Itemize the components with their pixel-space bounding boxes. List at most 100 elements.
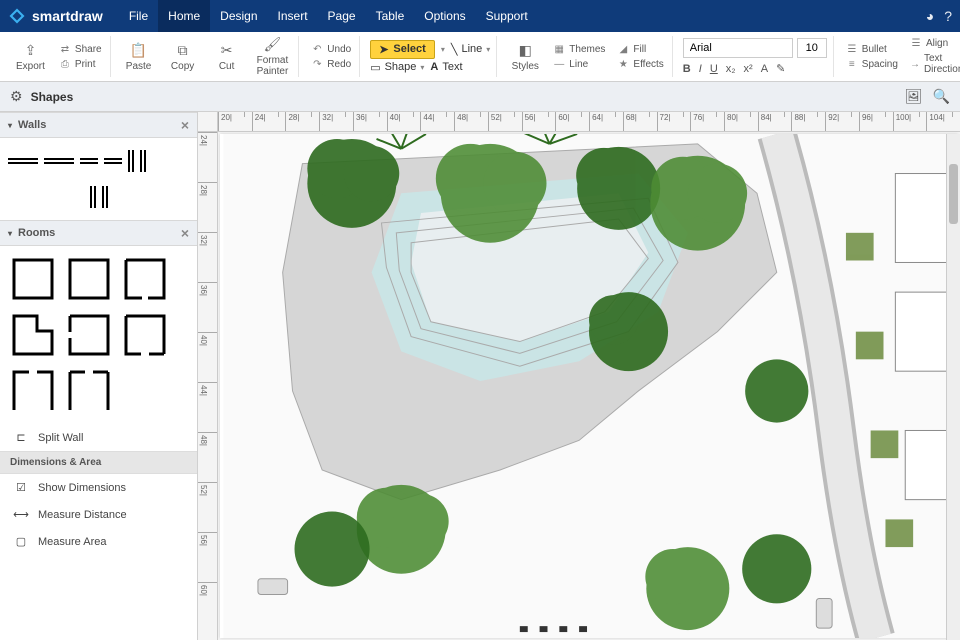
font-size-input[interactable] (797, 38, 827, 58)
shape-dropdown[interactable]: ▭Shape▾ (370, 61, 424, 74)
line-dropdown[interactable]: ╲Line▾ (451, 43, 490, 56)
ribbon-paragraph-group: ☰Bullet ≡Spacing ☰Align →Text Direction (838, 36, 960, 77)
room-shape[interactable] (120, 310, 170, 360)
print-icon: ⎙ (59, 59, 71, 70)
bullet-button[interactable]: ☰Bullet (844, 43, 900, 56)
menu-file[interactable]: File (119, 0, 158, 32)
menu-support[interactable]: Support (476, 0, 538, 32)
textdir-button[interactable]: →Text Direction (908, 52, 960, 76)
export-button[interactable]: ⇪Export (12, 40, 49, 74)
section-rooms[interactable]: ▾Rooms× (0, 220, 197, 246)
room-shape[interactable] (8, 254, 58, 304)
room-shape[interactable] (64, 310, 114, 360)
split-wall-button[interactable]: ⊏Split Wall (0, 424, 197, 451)
select-tool[interactable]: ➤Select (370, 40, 435, 59)
section-walls[interactable]: ▾Walls× (0, 112, 197, 138)
vertical-scrollbar[interactable] (946, 134, 960, 640)
wall-shape[interactable] (8, 182, 189, 212)
themes-button[interactable]: ▦Themes (551, 43, 607, 56)
styles-button[interactable]: ◧Styles (507, 40, 543, 74)
room-shape[interactable] (8, 310, 58, 360)
gear-icon[interactable]: ⚙ (10, 88, 23, 105)
ruler-corner (198, 112, 218, 132)
room-shape[interactable] (120, 254, 170, 304)
italic-button[interactable]: I (699, 63, 702, 75)
measure-distance-button[interactable]: ⟷Measure Distance (0, 501, 197, 528)
measure-area-button[interactable]: ▢Measure Area (0, 528, 197, 555)
menu-options[interactable]: Options (414, 0, 475, 32)
paste-icon: 📋 (130, 42, 147, 59)
close-icon[interactable]: × (181, 225, 189, 241)
subscript-button[interactable]: x₂ (726, 63, 736, 75)
bullet-icon: ☰ (846, 44, 858, 55)
paste-button[interactable]: 📋Paste (121, 40, 157, 74)
cut-icon: ✂ (221, 42, 233, 59)
effects-button[interactable]: ★Effects (615, 58, 665, 71)
menu-list: File Home Design Insert Page Table Optio… (119, 0, 538, 32)
menu-design[interactable]: Design (210, 0, 267, 32)
font-color-button[interactable]: A (761, 63, 768, 75)
area-icon: ▢ (14, 535, 28, 548)
ribbon: ⇪Export ⇄Share ⎙Print 📋Paste ⧉Copy ✂Cut … (0, 32, 960, 82)
wall-shape[interactable] (140, 146, 146, 176)
rooms-grid (0, 246, 197, 424)
menu-home[interactable]: Home (158, 0, 210, 32)
show-dimensions-toggle[interactable]: ☑Show Dimensions (0, 474, 197, 501)
cut-button[interactable]: ✂Cut (209, 40, 245, 74)
wall-shape[interactable] (44, 146, 74, 176)
copy-button[interactable]: ⧉Copy (165, 40, 201, 74)
canvas-wrap: 20|24|28|32|36|40|44|48|52|56|60|64|68|7… (198, 112, 960, 640)
menu-table[interactable]: Table (366, 0, 415, 32)
site-plan (220, 134, 958, 638)
close-icon[interactable]: × (181, 117, 189, 133)
room-shape[interactable] (8, 366, 58, 416)
format-painter-button[interactable]: 🖌Format Painter (253, 34, 293, 79)
search-icon[interactable]: 🔍 (933, 88, 950, 105)
menu-page[interactable]: Page (318, 0, 366, 32)
highlight-button[interactable]: ✎ (776, 62, 785, 75)
ribbon-styles-group: ◧Styles ▦Themes ―Line ◢Fill ★Effects (501, 36, 673, 77)
spacing-icon: ≡ (846, 59, 858, 70)
shape-icon: ▭ (370, 61, 380, 74)
undo-button[interactable]: ↶Undo (309, 43, 353, 56)
underline-button[interactable]: U (710, 63, 718, 75)
wall-shape[interactable] (104, 146, 122, 176)
select-caret[interactable]: ▾ (441, 45, 445, 54)
print-button[interactable]: ⎙Print (57, 58, 104, 71)
styles-icon: ◧ (519, 42, 532, 59)
logo[interactable]: smartdraw (8, 7, 103, 25)
menu-insert[interactable]: Insert (268, 0, 318, 32)
font-name-input[interactable] (683, 38, 793, 58)
superscript-button[interactable]: x² (744, 63, 753, 75)
horizontal-ruler[interactable]: 20|24|28|32|36|40|44|48|52|56|60|64|68|7… (218, 112, 960, 132)
share-button[interactable]: ⇄Share (57, 43, 104, 56)
wall-shape[interactable] (128, 146, 134, 176)
align-button[interactable]: ☰Align (908, 37, 960, 50)
spacing-button[interactable]: ≡Spacing (844, 58, 900, 71)
wall-shape[interactable] (80, 146, 98, 176)
scroll-thumb[interactable] (949, 164, 958, 224)
brand-name: smartdraw (32, 8, 103, 24)
ribbon-clipboard-group: 📋Paste ⧉Copy ✂Cut 🖌Format Painter (115, 36, 300, 77)
menubar-right: ◕ ? (926, 8, 952, 24)
line-style-button[interactable]: ―Line (551, 58, 607, 71)
image-icon[interactable]: 🖼 (905, 88, 923, 105)
chevron-down-icon: ▾ (8, 121, 12, 130)
text-tool[interactable]: AText (430, 61, 462, 73)
vertical-ruler[interactable]: 24|28|32|36|40|44|48|52|56|60| (198, 132, 218, 640)
themes-icon: ▦ (553, 44, 565, 55)
fill-icon: ◢ (617, 44, 629, 55)
fill-button[interactable]: ◢Fill (615, 43, 665, 56)
drawing-canvas[interactable] (220, 134, 958, 638)
help-icon[interactable]: ? (944, 8, 952, 24)
room-shape[interactable] (64, 366, 114, 416)
bold-button[interactable]: B (683, 63, 691, 75)
undo-icon: ↶ (311, 44, 323, 55)
wall-shape[interactable] (8, 146, 38, 176)
textdir-icon: → (910, 59, 920, 70)
line-icon: ╲ (451, 43, 458, 56)
room-shape[interactable] (64, 254, 114, 304)
redo-button[interactable]: ↷Redo (309, 58, 353, 71)
notify-icon[interactable]: ◕ (926, 8, 934, 24)
main-area: ▾Walls× ▾Rooms× ⊏Split Wall Dimensions &… (0, 112, 960, 640)
